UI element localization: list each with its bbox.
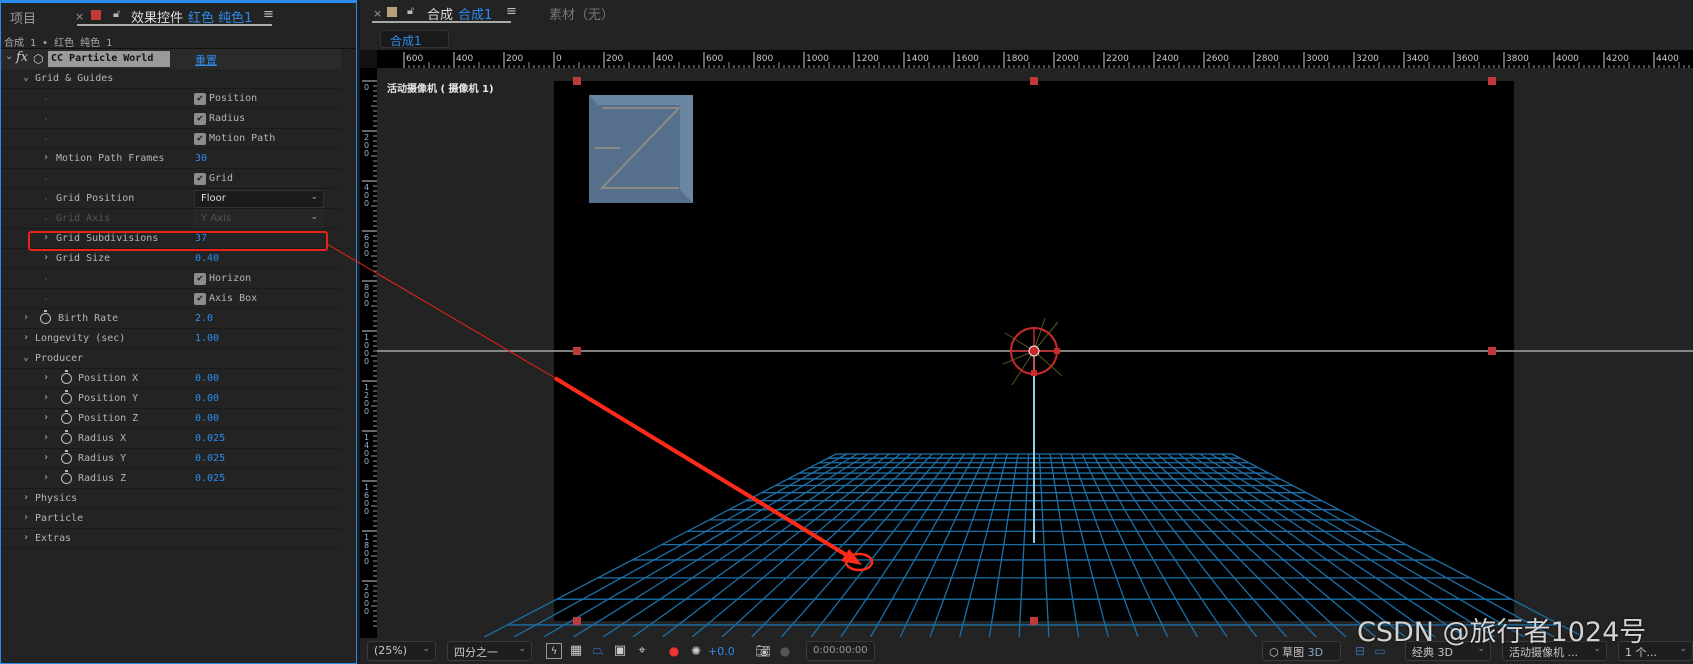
resolution-dropdown[interactable]: 四分之一 ⌄ — [447, 641, 532, 661]
ruler-label: 1000 — [806, 54, 829, 64]
draft-3d-button[interactable]: ⬡ 草图 3D — [1262, 641, 1341, 661]
watermark: CSDN @旅行者1024号 — [1357, 617, 1647, 648]
ruler-label: 3200 — [1356, 54, 1379, 64]
ruler-label: 1200 — [856, 54, 879, 64]
ruler-label: 2000 — [364, 583, 369, 616]
ruler-label: 600 — [706, 54, 723, 64]
ruler-label: 2200 — [1106, 54, 1129, 64]
ruler-label: 3600 — [1456, 54, 1479, 64]
ruler-label: 0 — [364, 83, 369, 92]
ruler-label: 4400 — [1656, 54, 1679, 64]
ruler-label: 3400 — [1406, 54, 1429, 64]
fast-preview-icon[interactable]: ϟ — [546, 643, 562, 659]
ruler-corner — [360, 50, 377, 68]
exposure-value[interactable]: +0.0 — [708, 645, 735, 658]
ruler-label: 3800 — [1506, 54, 1529, 64]
transparency-grid-icon[interactable]: ▦ — [568, 643, 584, 659]
ruler-label: 1400 — [364, 433, 369, 466]
chevron-down-icon: ⌄ — [1679, 644, 1687, 654]
zoom-value: (25%) — [374, 644, 408, 657]
ruler-label: 1600 — [364, 483, 369, 516]
draft-3d-suffix: 3D — [1307, 646, 1324, 659]
layer-handle[interactable] — [1030, 617, 1038, 625]
draft-3d-label: 草图 — [1282, 646, 1305, 659]
snapshot-camera-icon[interactable]: 📷︎ — [755, 643, 771, 659]
z-axis-indicator-icon — [589, 95, 693, 203]
ruler-label: 0 — [556, 54, 562, 64]
guides-icon[interactable]: ⌖ — [634, 643, 650, 659]
ruler-label: 1800 — [1006, 54, 1029, 64]
resolution-value: 四分之一 — [454, 646, 498, 659]
ruler-label: 1000 — [364, 333, 369, 366]
channel-icon[interactable]: ● — [666, 643, 682, 659]
ruler-label: 1200 — [364, 383, 369, 416]
ruler-label: 200 — [364, 133, 369, 158]
ruler-label: 2000 — [1056, 54, 1079, 64]
show-snapshot-icon[interactable]: ● — [777, 643, 793, 659]
chevron-down-icon: ⌄ — [422, 644, 430, 654]
chevron-down-icon: ⌄ — [518, 644, 526, 654]
ruler-label: 800 — [364, 283, 369, 308]
ruler-label: 2800 — [1256, 54, 1279, 64]
layer-handle[interactable] — [573, 347, 581, 355]
layer-handle[interactable] — [1488, 347, 1496, 355]
timecode-field[interactable]: 0:00:00:00 — [806, 641, 875, 661]
layer-handle[interactable] — [573, 617, 581, 625]
ruler-label: 200 — [606, 54, 623, 64]
ruler-label: 200 — [506, 54, 523, 64]
ruler-label: 4200 — [1606, 54, 1629, 64]
zoom-dropdown[interactable]: (25%) ⌄ — [367, 641, 436, 661]
region-of-interest-icon[interactable]: ▣ — [612, 643, 628, 659]
layer-handle[interactable] — [573, 77, 581, 85]
ruler-label: 2600 — [1206, 54, 1229, 64]
ruler-label: 400 — [364, 183, 369, 208]
ruler-label: 4000 — [1556, 54, 1579, 64]
layer-handle[interactable] — [1488, 77, 1496, 85]
ruler-label: 2400 — [1156, 54, 1179, 64]
ruler-label: 400 — [456, 54, 473, 64]
color-management-icon[interactable]: ✺ — [688, 643, 704, 659]
layer-handle[interactable] — [1030, 77, 1038, 85]
view-label: 活动摄像机 ( 摄像机 1) — [387, 82, 494, 95]
ruler-label: 3000 — [1306, 54, 1329, 64]
ruler-label: 1400 — [906, 54, 929, 64]
ruler-label: 1800 — [364, 533, 369, 566]
draft-3d-icon: ⬡ — [1269, 646, 1283, 659]
ruler-label: 800 — [756, 54, 773, 64]
ruler-label: 400 — [656, 54, 673, 64]
ruler-label: 1600 — [956, 54, 979, 64]
composition-viewer[interactable]: 600 400 200 0 200 400 600 800 1000 1200 1400 1600 18… — [0, 0, 1693, 664]
ruler-label: 600 — [364, 233, 369, 258]
ruler-label: 600 — [406, 54, 423, 64]
mask-path-icon[interactable]: ⏢ — [590, 643, 606, 659]
